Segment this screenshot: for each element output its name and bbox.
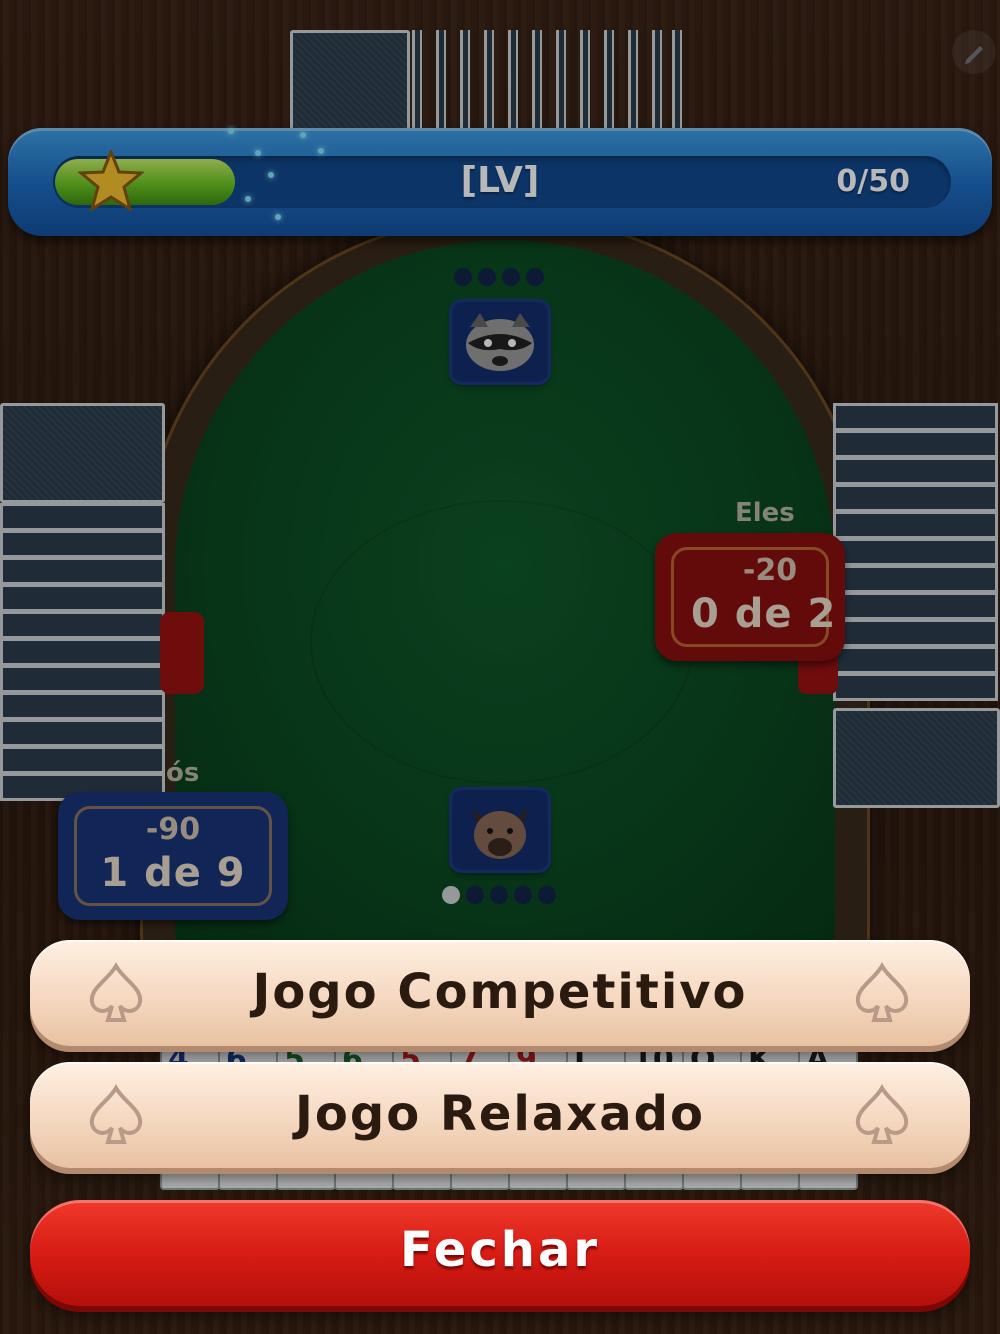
close-button[interactable]: Fechar <box>30 1200 970 1306</box>
team-them-points: -20 <box>742 553 798 588</box>
card-back <box>0 403 165 503</box>
relaxed-game-label: Jogo Relaxado <box>295 1086 705 1142</box>
competitive-game-button[interactable]: Jogo Competitivo <box>30 940 970 1046</box>
competitive-game-label: Jogo Competitivo <box>252 964 748 1020</box>
team-them-score-panel: -20 0 de 2 <box>655 533 845 661</box>
team-them-rounds: 0 de 2 <box>691 591 837 637</box>
close-label: Fechar <box>399 1222 601 1278</box>
level-label: [LV] <box>460 160 540 201</box>
top-opponent-hand <box>290 30 685 140</box>
hyena-icon <box>472 807 528 859</box>
spade-icon <box>855 1084 909 1144</box>
team-us-score-panel: -90 1 de 9 <box>58 792 288 920</box>
top-player-avatar[interactable] <box>452 302 548 382</box>
team-us-label: ós <box>166 758 200 788</box>
team-them-label: Eles <box>735 498 795 528</box>
card-back <box>833 708 1000 808</box>
spade-icon <box>855 962 909 1022</box>
top-turn-dots <box>454 268 544 286</box>
raccoon-icon <box>466 313 534 371</box>
edit-pencil-icon[interactable] <box>952 30 996 74</box>
relaxed-game-button[interactable]: Jogo Relaxado <box>30 1062 970 1168</box>
card-back <box>290 30 410 140</box>
left-player-avatar[interactable] <box>160 612 204 694</box>
team-us-points: -90 <box>145 812 201 847</box>
bottom-player-avatar[interactable] <box>452 790 548 870</box>
felt-center-ring <box>310 500 694 784</box>
star-icon <box>78 150 144 212</box>
right-opponent-hand <box>833 403 1000 808</box>
left-opponent-hand <box>0 403 165 808</box>
bottom-turn-dots <box>442 886 556 904</box>
team-us-rounds: 1 de 9 <box>100 850 246 896</box>
level-progress-text: 0/50 <box>836 164 910 199</box>
